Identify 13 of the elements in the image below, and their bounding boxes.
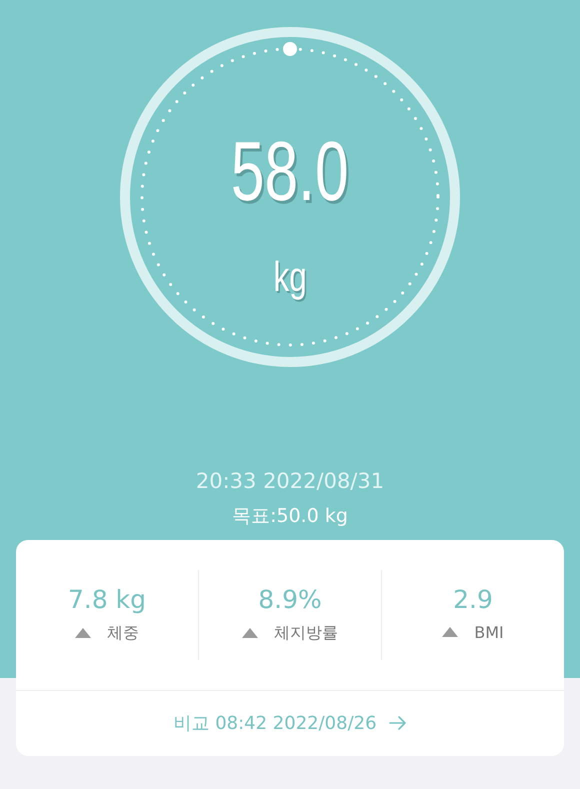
measurement-time: 20:33 2022/08/31 [196, 469, 384, 494]
change-value: 2.9 [453, 584, 493, 615]
change-value: 7.8 kg [68, 584, 146, 615]
metric-label: 체중 [107, 622, 139, 644]
goal-text: 목표:50.0 kg [232, 505, 348, 528]
gauge-marker [283, 42, 297, 56]
compare-link[interactable]: 비교 08:42 2022/08/26 [16, 690, 564, 756]
metric-label: 체지방률 [274, 622, 338, 644]
weight-unit: kg [273, 256, 307, 298]
arrow-right-icon [388, 716, 407, 730]
metric-label: BMI [474, 622, 504, 642]
change-value: 8.9% [258, 584, 322, 615]
weight-value: 58.0 [231, 129, 349, 213]
